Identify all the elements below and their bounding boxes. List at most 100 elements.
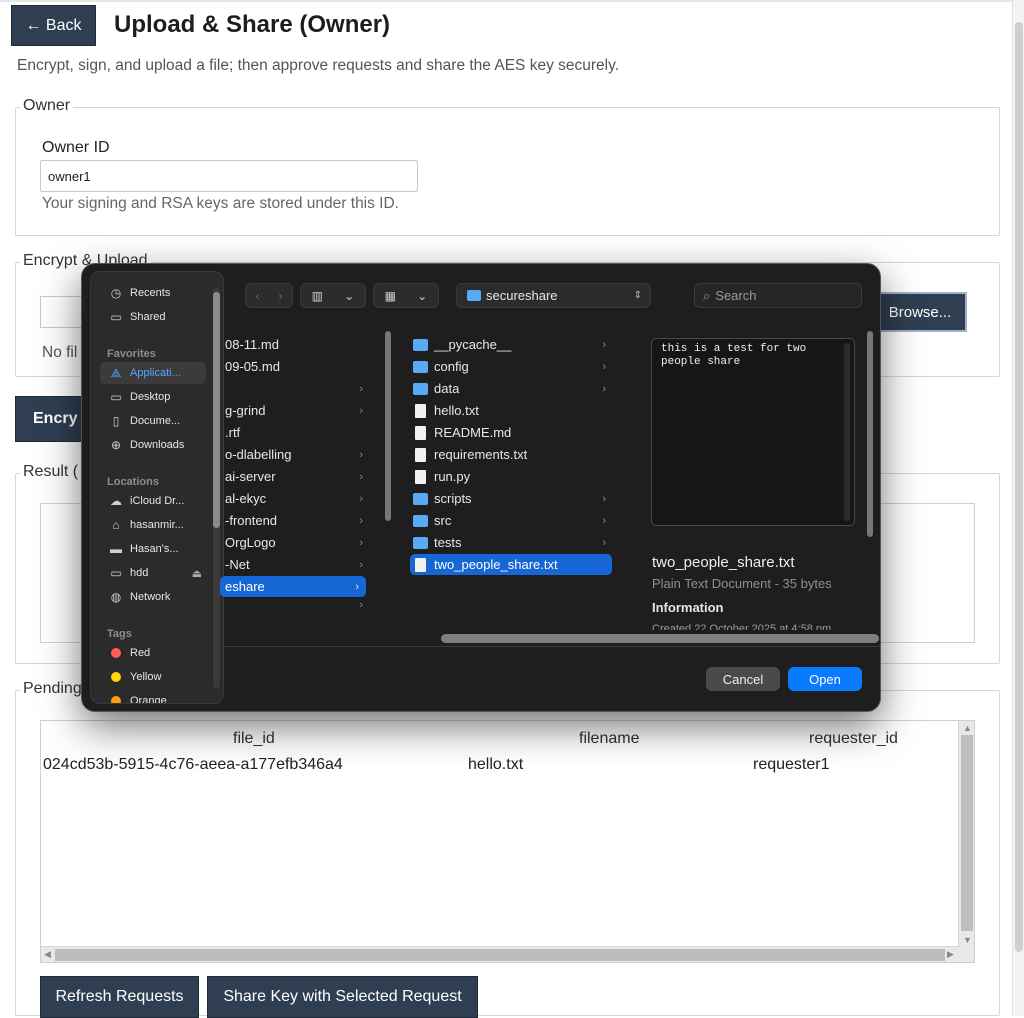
list-item-file[interactable]: run.py <box>410 466 612 487</box>
item-label: requirements.txt <box>434 447 528 462</box>
list-item[interactable]: › <box>224 598 370 612</box>
list-item-folder[interactable]: scripts › <box>410 488 612 509</box>
search-field[interactable]: ⌕ Search <box>694 283 862 308</box>
scroll-left-arrow-icon[interactable]: ◀ <box>44 949 51 960</box>
list-item-file[interactable]: README.md <box>410 422 612 443</box>
sidebar-scrollbar[interactable] <box>213 288 220 688</box>
chevron-down-icon: ⌄ <box>417 288 428 303</box>
list-item[interactable]: › <box>224 378 370 399</box>
list-item[interactable]: al-ekyc › <box>224 488 370 509</box>
document-icon <box>415 425 426 440</box>
list-item-folder[interactable]: data › <box>410 378 612 399</box>
list-item-folder[interactable]: config › <box>410 356 612 377</box>
browse-button[interactable]: Browse... <box>873 292 967 332</box>
table-vertical-scrollbar[interactable]: ▲ ▼ <box>958 721 974 962</box>
sidebar-item-desktop[interactable]: ▭ Desktop <box>100 386 206 408</box>
sidebar-item-network[interactable]: ◍ Network <box>100 586 206 608</box>
list-item[interactable]: -Net › <box>224 554 370 575</box>
column-header-file-id[interactable]: file_id <box>233 730 275 748</box>
table-vscroll-thumb[interactable] <box>961 735 973 931</box>
chevron-right-icon: › <box>602 492 606 505</box>
folder-icon <box>413 514 428 527</box>
sidebar-item-downloads[interactable]: ⊕ Downloads <box>100 434 206 456</box>
group-by-button[interactable]: ▦ ⌄ <box>373 283 439 308</box>
list-item[interactable]: 08-11.md <box>224 334 370 355</box>
scroll-right-arrow-icon[interactable]: ▶ <box>947 949 954 960</box>
scroll-up-arrow-icon[interactable]: ▲ <box>963 723 972 733</box>
chevron-right-icon: › <box>359 404 363 417</box>
item-label: run.py <box>434 469 471 484</box>
preview-scrollbar[interactable] <box>844 343 850 521</box>
tag-dot-icon <box>111 648 121 658</box>
sidebar-item-computer[interactable]: ▬ Hasan's... <box>100 538 206 560</box>
page-scrollbar[interactable] <box>1012 0 1024 1016</box>
sidebar-item-applications[interactable]: ⟁ Applicati... <box>100 362 206 384</box>
list-item[interactable]: OrgLogo › <box>224 532 370 553</box>
column-scrollbar[interactable] <box>627 326 635 626</box>
cancel-button[interactable]: Cancel <box>706 667 780 691</box>
sidebar-tag-yellow[interactable]: Yellow <box>100 666 206 688</box>
scroll-down-arrow-icon[interactable]: ▼ <box>963 935 972 945</box>
sidebar-item-documents[interactable]: ▯ Docume... <box>100 410 206 432</box>
column-header-requester-id[interactable]: requester_id <box>809 730 898 748</box>
sidebar-label: hdd <box>130 567 149 579</box>
list-item-folder[interactable]: tests › <box>410 532 612 553</box>
list-item-folder[interactable]: src › <box>410 510 612 531</box>
share-key-button[interactable]: Share Key with Selected Request <box>207 976 478 1018</box>
list-item[interactable]: 09-05.md <box>224 356 370 377</box>
location-popup[interactable]: secureshare ⇕ <box>456 283 651 308</box>
dialog-horizontal-scrollbar[interactable] <box>224 633 880 644</box>
list-item-selected-folder[interactable]: eshare › <box>220 576 366 597</box>
list-item-selected-file[interactable]: two_people_share.txt <box>410 554 612 575</box>
chevron-left-icon[interactable]: ‹ <box>256 289 260 303</box>
page-scrollbar-thumb[interactable] <box>1015 22 1023 952</box>
row-filename[interactable]: hello.txt <box>468 756 523 774</box>
column-scroll-thumb[interactable] <box>385 331 391 521</box>
sidebar-item-home[interactable]: ⌂ hasanmir... <box>100 514 206 536</box>
chevron-right-icon[interactable]: › <box>279 289 283 303</box>
dialog-hscroll-thumb[interactable] <box>441 634 879 643</box>
pending-requests-legend: Pending <box>20 680 85 698</box>
tag-dot-icon <box>111 672 121 682</box>
sidebar-scroll-thumb[interactable] <box>213 292 220 528</box>
back-button[interactable]: ← Back <box>11 5 96 46</box>
list-item[interactable]: -frontend › <box>224 510 370 531</box>
preview-scroll-thumb[interactable] <box>867 331 873 537</box>
sidebar-tag-orange[interactable]: Orange <box>100 690 206 703</box>
back-forward-buttons[interactable]: ‹ › <box>245 283 293 308</box>
sidebar-item-recents[interactable]: ◷ Recents <box>100 282 206 304</box>
sidebar-item-shared[interactable]: ▭ Shared <box>100 306 206 328</box>
parent-column: 08-11.md 09-05.md › g-grind › .rtf o-dlab… <box>220 326 372 626</box>
sidebar-item-icloud[interactable]: ☁ iCloud Dr... <box>100 490 206 512</box>
owner-id-help: Your signing and RSA keys are stored und… <box>42 195 399 212</box>
list-item[interactable]: o-dlabelling › <box>224 444 370 465</box>
location-name: secureshare <box>486 288 558 303</box>
table-hscroll-thumb[interactable] <box>55 949 945 961</box>
eject-icon[interactable]: ⏏ <box>192 567 202 580</box>
column-scrollbar[interactable] <box>384 326 392 626</box>
item-label: .rtf <box>225 425 241 440</box>
list-item-file[interactable]: requirements.txt <box>410 444 612 465</box>
open-button[interactable]: Open <box>788 667 862 691</box>
chevron-right-icon: › <box>359 492 363 505</box>
preview-scrollbar-outer[interactable] <box>866 326 874 626</box>
list-item[interactable]: g-grind › <box>224 400 370 421</box>
column-header-filename[interactable]: filename <box>579 730 639 748</box>
row-file-id[interactable]: 024cd53b-5915-4c76-aeea-a177efb346a4 <box>43 756 343 774</box>
sidebar-tag-red[interactable]: Red <box>100 642 206 664</box>
table-horizontal-scrollbar[interactable]: ◀ ▶ <box>41 946 960 962</box>
list-item[interactable]: .rtf <box>224 422 370 443</box>
chevron-right-icon: › <box>359 558 363 571</box>
list-item[interactable]: ai-server › <box>224 466 370 487</box>
list-item-file[interactable]: hello.txt <box>410 400 612 421</box>
pending-requests-table[interactable]: file_id filename requester_id 024cd53b-5… <box>40 720 975 963</box>
sidebar-item-hdd[interactable]: ▭ hdd ⏏ <box>100 562 206 584</box>
chevron-right-icon: › <box>602 360 606 373</box>
owner-id-input[interactable] <box>40 160 418 192</box>
owner-id-label: Owner ID <box>42 139 110 156</box>
refresh-requests-button[interactable]: Refresh Requests <box>40 976 199 1018</box>
view-mode-button[interactable]: ▥ ⌄ <box>300 283 366 308</box>
row-requester-id[interactable]: requester1 <box>753 756 830 774</box>
file-open-dialog: ◷ Recents ▭ Shared Favorites ⟁ Applicati...… <box>81 263 881 712</box>
list-item-folder[interactable]: __pycache__ › <box>410 334 612 355</box>
